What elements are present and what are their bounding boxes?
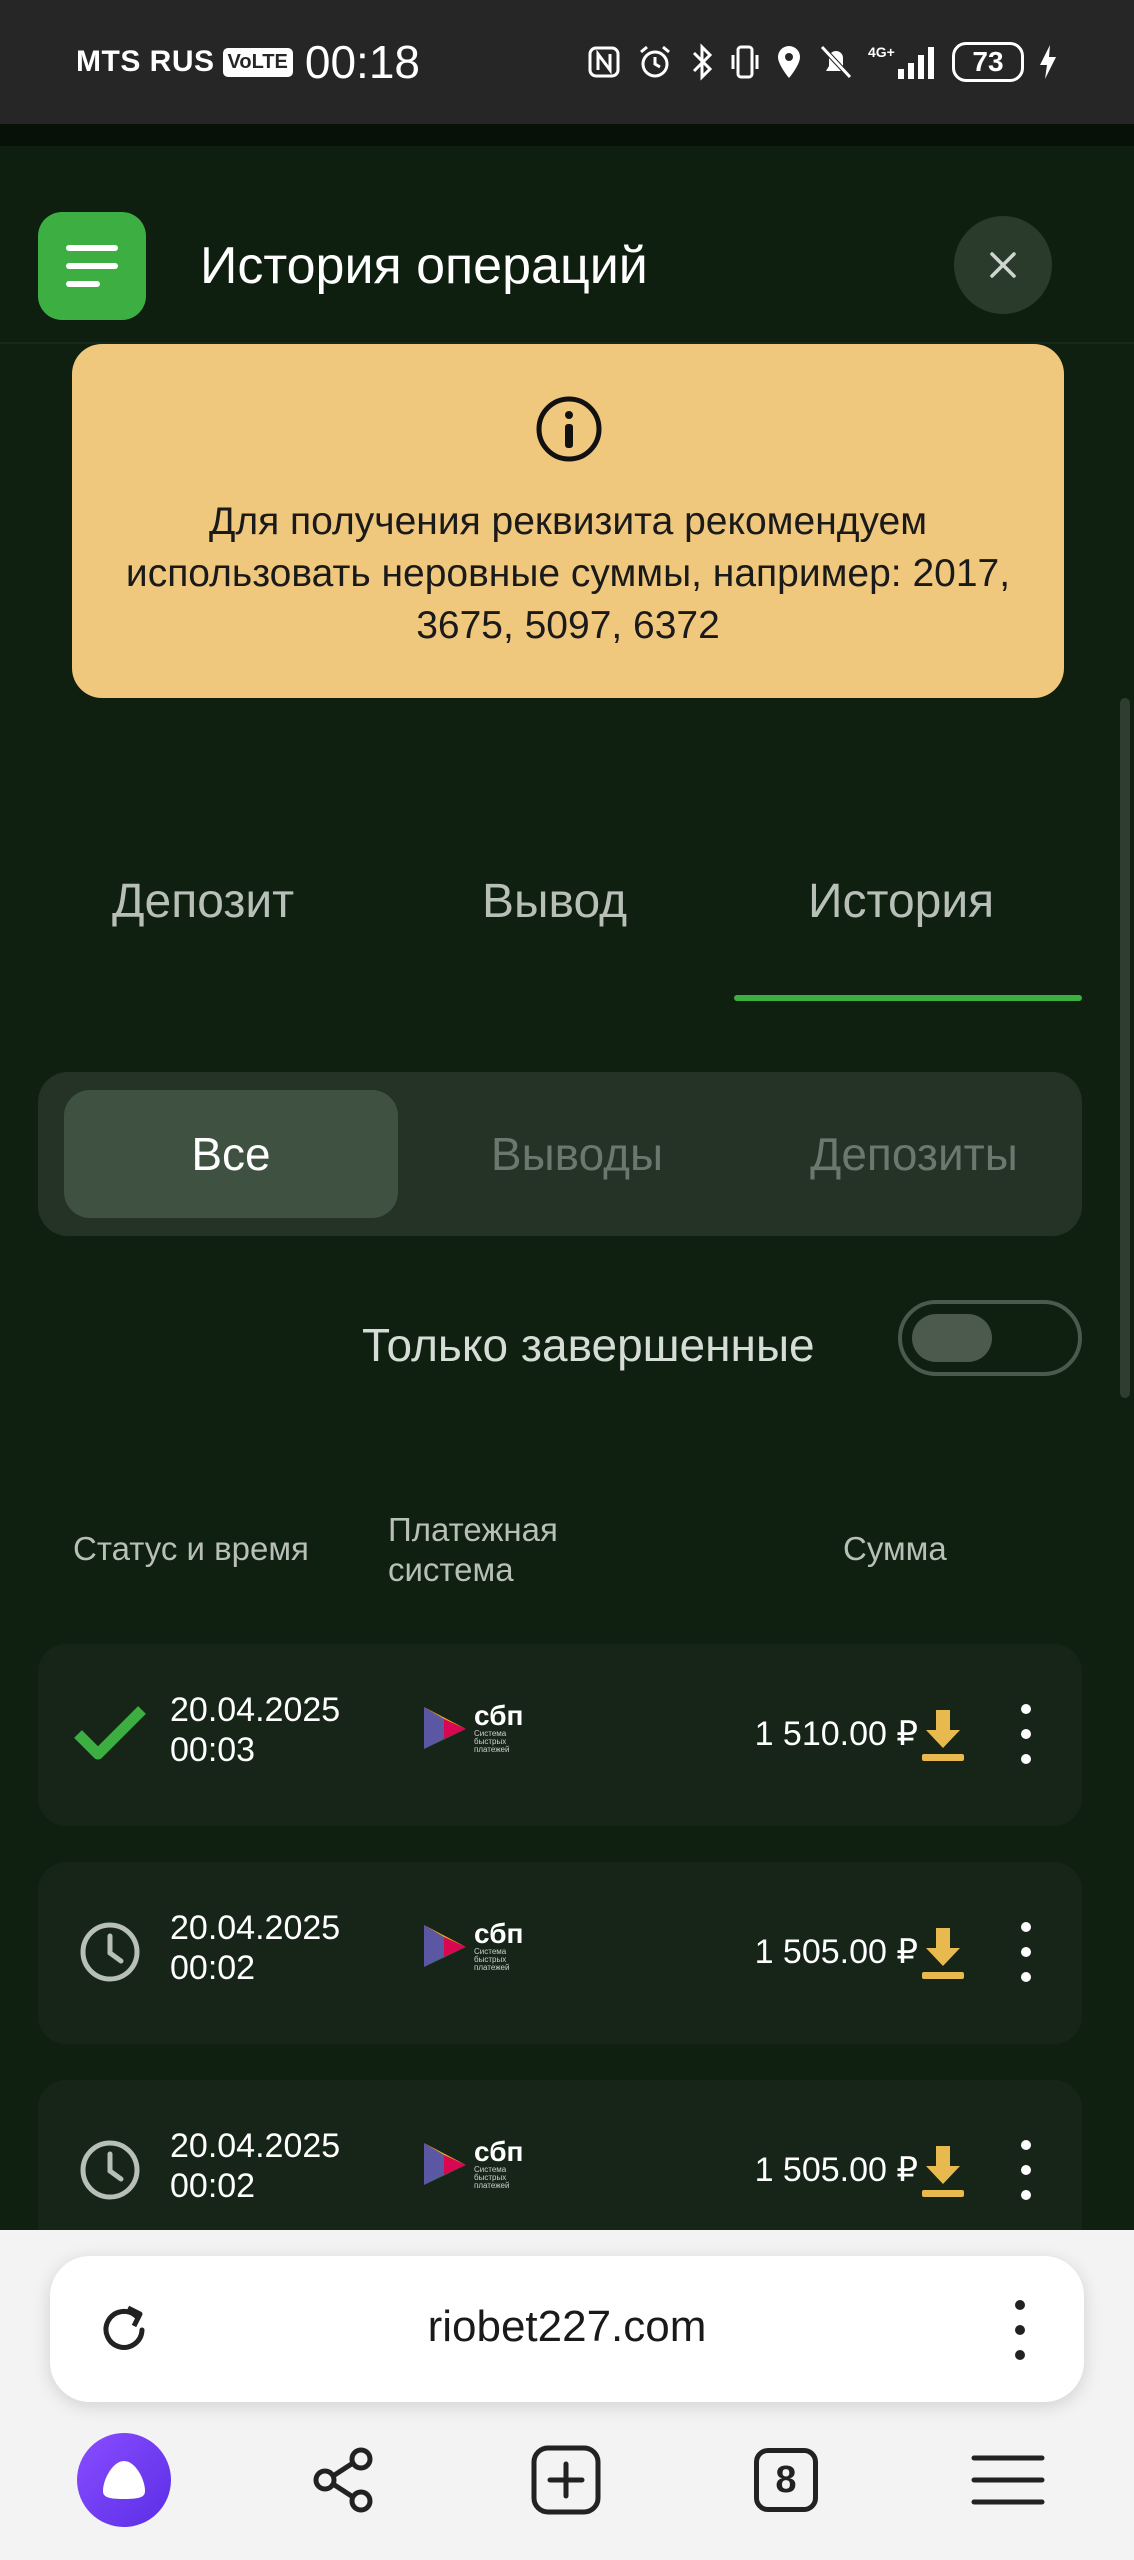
charging-icon [1038,43,1058,81]
page-header: История операций [0,146,1134,344]
share-button[interactable] [294,2430,394,2530]
alarm-icon [636,43,674,81]
only-completed-label: Только завершенные [362,1319,815,1371]
menu-icon [66,245,118,251]
new-tab-icon [531,2445,601,2515]
share-icon [313,2447,373,2513]
column-status-time: Статус и время [73,1530,309,1567]
location-icon [774,43,804,81]
download-icon[interactable] [920,1708,966,1767]
battery-indicator: 73 [952,42,1024,82]
browser-bar: riobet227.com 8 [0,2230,1134,2560]
row-datetime: 20.04.2025 00:02 [170,2126,340,2206]
status-bar: MTS RUS VoLTE 00:18 4G+ 73 [0,0,1134,124]
hamburger-icon [971,2455,1045,2505]
toggle-knob [912,1314,992,1362]
url-text[interactable]: riobet227.com [50,2302,1084,2352]
volte-badge: VoLTE [222,47,293,77]
row-date: 20.04.2025 [170,1909,341,1947]
row-amount: 1 510.00 ₽ [754,1715,918,1753]
new-tab-button[interactable] [516,2430,616,2530]
header-shadow [0,124,1134,146]
segment-all[interactable]: Все [64,1090,398,1218]
row-time: 00:02 [170,1949,256,1987]
more-vert-icon[interactable] [1016,1922,1036,1982]
clock-icon [72,2132,148,2208]
address-bar[interactable]: riobet227.com [50,2256,1084,2402]
app-screen: История операций Для получения реквизита… [0,124,1134,2230]
more-vert-icon[interactable] [1016,2140,1036,2200]
only-completed-row: Только завершенные [0,1300,1134,1392]
main-tabs: Депозит Вывод История [0,844,1134,1004]
row-amount: 1 505.00 ₽ [754,1933,918,1971]
sbp-logo: сбп Система быстрых платежей [420,1920,536,1972]
column-amount: Сумма [843,1530,947,1567]
nfc-icon [586,44,622,80]
download-icon[interactable] [920,1926,966,1985]
scrollbar[interactable] [1120,698,1130,1398]
table-header: Статус и время Платежная система Сумма [0,1504,1134,1624]
page-title: История операций [200,237,648,295]
row-datetime: 20.04.2025 00:03 [170,1690,340,1770]
tab-withdraw[interactable]: Вывод [482,874,627,929]
sbp-label: сбп [474,1918,524,1949]
tab-deposit[interactable]: Депозит [112,874,294,929]
segment-withdrawals[interactable]: Выводы [410,1090,744,1218]
more-vert-icon[interactable] [1012,2300,1028,2360]
clock-icon [72,1914,148,1990]
row-time: 00:03 [170,1731,256,1769]
alice-icon [77,2433,171,2527]
only-completed-toggle[interactable] [898,1300,1082,1376]
download-icon[interactable] [920,2144,966,2203]
table-row[interactable]: 20.04.2025 00:02 сбп Система быстрых пла… [38,2080,1082,2230]
sbp-sublabel: Система быстрых платежей [474,1947,510,1972]
carrier-name: MTS RUS [76,45,215,78]
row-date: 20.04.2025 [170,2127,341,2165]
notice-text: Для получения реквизита рекомендуем испо… [125,500,1011,647]
signal-icon: 4G+ [868,43,938,81]
tabs-icon: 8 [754,2448,818,2512]
alice-button[interactable] [74,2430,174,2530]
sbp-logo: сбп Система быстрых платежей [420,2138,536,2190]
history-filter-segment: Все Выводы Депозиты [38,1072,1082,1236]
row-amount: 1 505.00 ₽ [754,2151,918,2189]
table-row[interactable]: 20.04.2025 00:03 сбп Система быстрых пла… [38,1644,1082,1826]
check-icon [72,1696,148,1772]
tabs-button[interactable]: 8 [736,2430,836,2530]
status-time: 00:18 [304,36,420,88]
sbp-label: сбп [474,1700,524,1731]
active-tab-indicator [734,995,1082,1001]
close-icon [990,252,1016,278]
row-time: 00:02 [170,2167,256,2205]
browser-menu-button[interactable] [958,2430,1058,2530]
vibrate-icon [730,43,760,81]
sbp-logo: сбп Система быстрых платежей [420,1702,536,1754]
menu-icon-line-short [66,281,100,287]
segment-deposits[interactable]: Депозиты [754,1090,1074,1218]
info-icon [534,394,604,469]
column-payment-system: Платежная система [388,1511,558,1588]
sbp-sublabel: Система быстрых платежей [474,1729,510,1754]
browser-nav: 8 [0,2430,1134,2560]
more-vert-icon[interactable] [1016,1704,1036,1764]
menu-button[interactable] [38,212,146,320]
bluetooth-icon [688,43,716,81]
mute-icon [818,43,854,81]
row-date: 20.04.2025 [170,1691,341,1729]
sbp-label: сбп [474,2136,524,2167]
table-row[interactable]: 20.04.2025 00:02 сбп Система быстрых пла… [38,1862,1082,2044]
close-button[interactable] [954,216,1052,314]
row-datetime: 20.04.2025 00:02 [170,1908,340,1988]
menu-icon-line [66,263,118,269]
tab-history[interactable]: История [808,874,994,929]
info-notice: Для получения реквизита рекомендуем испо… [72,344,1064,698]
sbp-sublabel: Система быстрых платежей [474,2165,510,2190]
svg-text:4G+: 4G+ [868,44,895,60]
